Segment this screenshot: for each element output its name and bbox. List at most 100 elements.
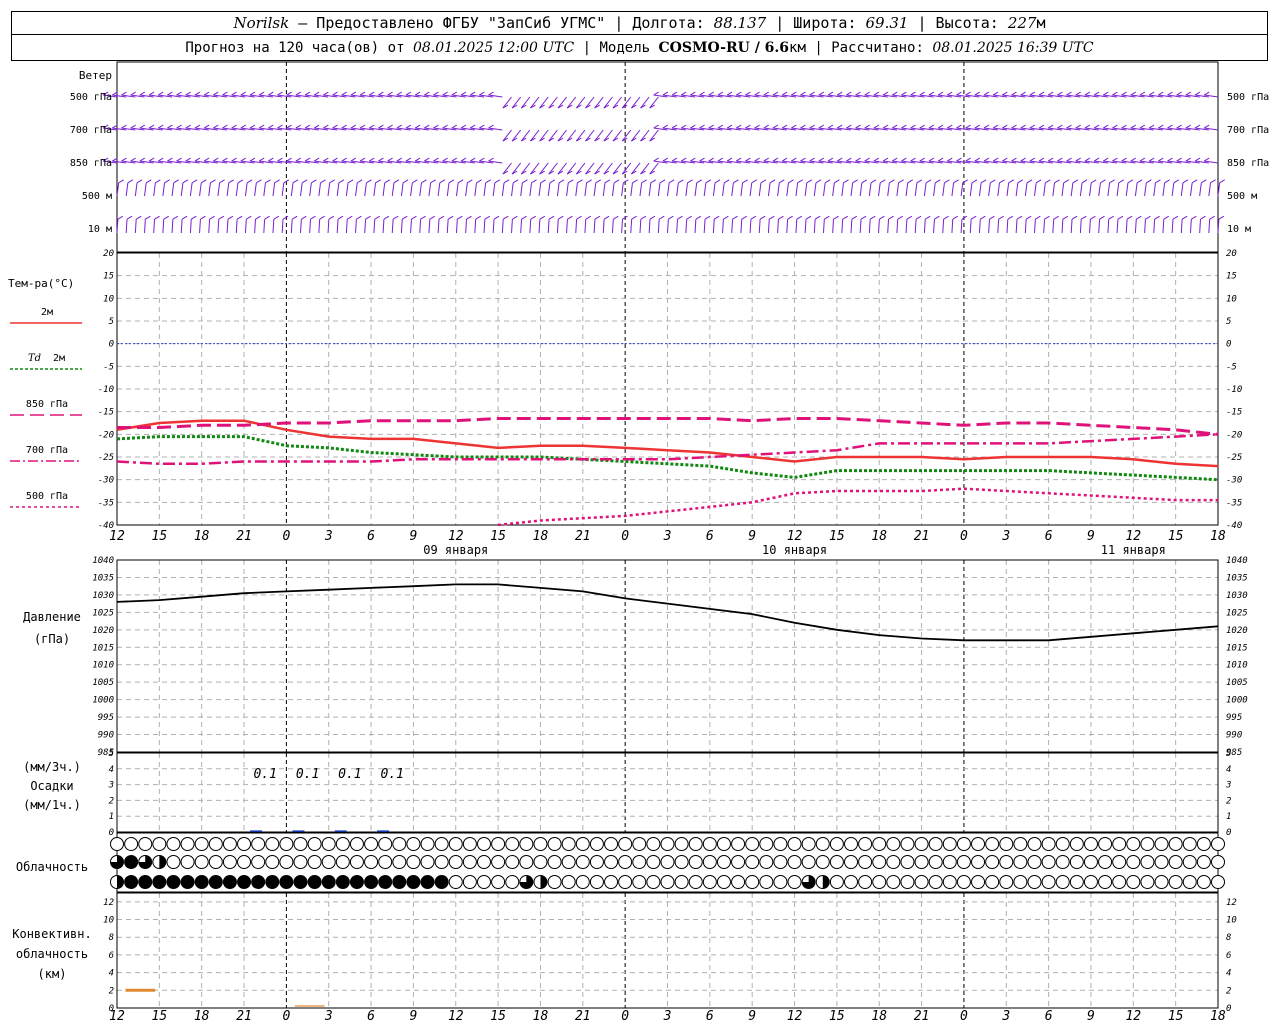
cloud-symbol [505,837,520,851]
wind-barb [410,182,413,197]
wind-barb-flag [1017,179,1024,184]
cloud-symbol [844,875,858,889]
wind-barb [1144,219,1146,234]
cloud-symbol [1069,875,1084,889]
wind-barb [712,219,715,234]
wind-barb-flag [1057,91,1063,96]
wind-barb-flag [185,124,191,129]
press-tick-right: 1040 [1226,556,1248,566]
wind-barb-flag [484,215,491,220]
wind-barb-flag [1201,179,1207,184]
wind-barb [749,219,752,234]
wind-barb [1125,182,1129,197]
cloud-symbol [589,837,604,851]
wind-barb-flag [1203,124,1210,129]
wind-barb-flag [173,179,179,184]
hour-label-mid: 3 [324,529,333,544]
wind-barb-flag [1093,157,1100,162]
wind-barb-flag [219,179,225,184]
wind-barb [703,219,706,234]
temp-tick-left: 15 [103,272,114,282]
wind-barb [859,182,863,197]
wind-barb [649,162,659,175]
wind-barb-flag [678,179,684,184]
wind-barb-flag [781,124,788,129]
wind-barb [1171,182,1175,197]
cloud-symbol [745,855,760,869]
wind-barb-flag [274,179,280,184]
wind-barb [850,219,853,234]
wind-barb-flag [1029,157,1036,162]
wind-barb [300,182,303,197]
cloud-symbol [872,855,887,869]
wind-barb-flag [956,157,962,162]
press-tick-left: 995 [98,713,114,723]
wind-barb [557,129,567,142]
cloud-symbol [1083,837,1098,851]
wind-level-label-right: 700 гПа [1227,125,1269,136]
wind-barb-flag [937,157,944,162]
legend-t850-label: 850 гПа [26,399,68,410]
cloud-symbol [801,855,816,869]
wind-barb-flag [475,215,481,220]
wind-barb-flag [998,215,1004,220]
hour-label-bottom: 18 [533,1009,549,1024]
precip-tick-left: 1 [109,812,114,822]
wind-barb-flag [653,91,659,96]
wind-barb [978,182,982,197]
wind-barb [520,219,523,234]
wind-barb-flag [855,157,861,162]
wind-barb [887,182,890,197]
temp-tick-right: -5 [1226,362,1237,372]
wind-barb-flag [442,124,448,129]
cloud-symbol [815,855,830,869]
hour-label-bottom: 21 [575,1009,591,1024]
cloud-symbol [194,855,209,869]
wind-barb [1107,182,1111,197]
cloud-symbol [604,837,619,851]
wind-barb-flag [1081,179,1088,184]
hour-label-bottom: 21 [914,1009,930,1024]
wind-barb-flag [788,179,794,184]
cloud-symbol [914,875,929,889]
wind-barb [712,182,716,197]
wind-barb-flag [212,124,219,129]
wind-barb-flag [726,157,733,162]
wind-barb [758,219,761,234]
wind-barb [539,96,549,109]
wind-barb [1015,182,1019,197]
wind-barb [1171,219,1174,234]
conv-tick-left: 12 [103,898,114,908]
wind-barb-flag [209,215,215,220]
cloud-symbol [448,875,463,889]
cloud-symbol [364,837,379,851]
wind-barb-flag [1102,157,1109,162]
wind-barb-flag [237,179,244,184]
cloud-symbol [279,855,294,869]
wind-barb [428,219,431,234]
hour-label-bottom: 18 [1210,1009,1226,1024]
cloud-symbol [1083,875,1098,889]
cloud-symbol [618,875,633,889]
wind-barb-flag [227,215,234,220]
wind-barb-flag [356,179,363,184]
wind-barb-flag [907,179,913,184]
wind-barb-flag [1176,124,1182,129]
hour-label-mid: 15 [829,529,845,544]
cloud-symbol [392,875,407,889]
wind-barb-flag [451,157,458,162]
wind-barb-flag [852,179,858,184]
wind-barb-flag [319,215,325,220]
wind-barb-flag [246,179,253,184]
cloud-symbol [208,837,223,851]
wind-barb [556,182,560,197]
wind-barb [465,219,467,234]
wind-barb [455,182,459,197]
cloud-symbol [477,837,491,851]
wind-barb-flag [754,124,760,129]
wind-level-label-right: 500 м [1227,191,1257,202]
wind-barb [657,219,660,234]
cloud-symbol [265,855,280,869]
wind-barb [1098,182,1101,197]
wind-barb [180,219,183,234]
